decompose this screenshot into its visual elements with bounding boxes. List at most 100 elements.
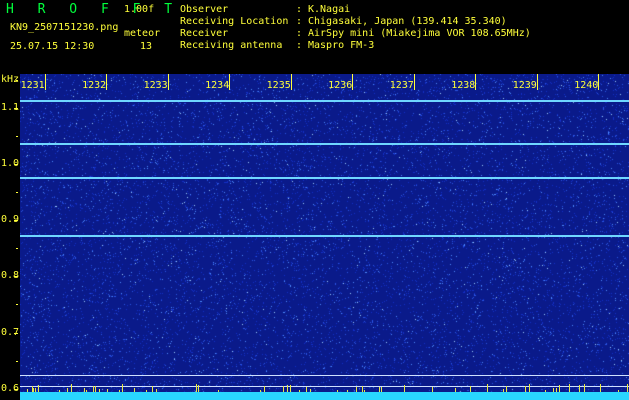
carrier-line (20, 143, 629, 146)
noise-floor-peak (59, 390, 60, 392)
noise-floor-peak (107, 389, 108, 392)
noise-floor-peak (35, 388, 36, 392)
y-axis: kHz 1.1 1.0 0.9 0.8 0.7 0.6 (0, 74, 20, 400)
marker-line (20, 374, 629, 376)
filename-label: KN9_2507151230.png (10, 22, 119, 33)
noise-floor-peak (306, 387, 307, 392)
noise-floor-bar (20, 392, 629, 400)
noise-floor-peak (379, 387, 380, 392)
x-axis-tick (475, 74, 477, 90)
x-axis-tick-label: 1239 (512, 80, 537, 91)
noise-floor-peak (196, 384, 197, 392)
noise-floor-peak (198, 385, 199, 392)
mode-label: meteor (124, 28, 161, 39)
x-axis-tick (229, 74, 231, 90)
x-axis-tick (44, 74, 46, 90)
noise-floor-peak (152, 386, 153, 392)
field-value-location: Chigasaki, Japan (139.414 35.340) (308, 16, 507, 27)
x-axis-tick (536, 74, 538, 90)
noise-floor-peak (618, 390, 619, 392)
field-label-antenna: Receiving antenna (180, 40, 283, 51)
noise-floor-peak (503, 389, 504, 392)
carrier-line (20, 99, 629, 102)
y-axis-minor-tick (16, 192, 18, 194)
spectrogram-noise (20, 74, 629, 400)
noise-floor-peak (569, 384, 570, 392)
noise-floor-peak (84, 388, 85, 392)
noise-floor-peak (579, 385, 580, 392)
noise-floor-peak (364, 390, 365, 392)
carrier-line (20, 176, 629, 179)
x-axis-tick-label: 1236 (328, 80, 353, 91)
field-colon: : (296, 16, 303, 27)
y-axis-minor-tick (16, 332, 18, 334)
header-panel: H R O F F T 1.00f KN9_2507151230.png met… (0, 0, 629, 74)
noise-floor-peak (134, 388, 135, 392)
x-axis-tick-label: 1231 (20, 80, 45, 91)
x-axis-tick (290, 74, 292, 90)
noise-floor-peak (38, 385, 39, 392)
noise-floor-peak (283, 390, 284, 392)
noise-floor-peak (545, 390, 546, 392)
field-colon: : (296, 40, 303, 51)
noise-floor-peak (146, 390, 147, 392)
noise-floor-peak (559, 385, 560, 392)
noise-floor-peak (122, 384, 123, 392)
field-value-receiver: AirSpy mini (Miakejima VOR 108.65MHz) (308, 28, 531, 39)
y-axis-minor-tick (16, 360, 18, 362)
noise-floor-peak (347, 390, 348, 392)
noise-floor-peak (381, 387, 382, 392)
field-label-observer: Observer (180, 4, 229, 15)
noise-floor-peak (33, 388, 34, 392)
noise-floor-peak (525, 386, 526, 392)
noise-floor-peak (67, 388, 68, 392)
noise-floor-peak (470, 386, 471, 392)
noise-floor-peak (71, 384, 72, 392)
noise-floor-peak (86, 390, 87, 392)
x-axis-tick-label: 1233 (143, 80, 168, 91)
x-axis-tick-label: 1234 (205, 80, 230, 91)
datetime-label: 25.07.15 12:30 (10, 41, 95, 52)
y-axis-minor-tick (16, 135, 18, 137)
y-axis-minor-tick (16, 220, 18, 222)
noise-floor-peak (299, 390, 300, 392)
x-axis-tick-label: 1238 (451, 80, 476, 91)
x-axis-tick (413, 74, 415, 90)
field-colon: : (296, 4, 303, 15)
noise-floor-peak (455, 388, 456, 392)
noise-floor-peak (264, 386, 265, 392)
noise-floor-peak (362, 386, 363, 392)
noise-floor-peak (287, 385, 288, 392)
x-axis-tick (352, 74, 354, 90)
noise-floor-peak (487, 384, 488, 392)
field-label-location: Receiving Location (180, 16, 289, 27)
y-axis-minor-tick (16, 248, 18, 250)
field-colon: : (296, 28, 303, 39)
field-value-observer: K.Nagai (308, 4, 351, 15)
noise-floor-peak (27, 389, 28, 392)
noise-floor-peak (506, 386, 507, 392)
noise-floor-peak (584, 384, 585, 392)
noise-floor-peak (95, 386, 96, 392)
noise-floor-peak (553, 388, 554, 392)
y-axis-minor-tick (16, 388, 18, 390)
noise-floor-peak (627, 384, 628, 392)
noise-floor-peak (404, 385, 405, 392)
noise-floor-peak (356, 387, 357, 392)
x-axis-tick (167, 74, 169, 90)
x-axis-tick-label: 1232 (82, 80, 107, 91)
x-axis-tick-label: 1240 (574, 80, 599, 91)
y-axis-minor-tick (16, 107, 18, 109)
field-label-receiver: Receiver (180, 28, 229, 39)
noise-floor-peak (556, 388, 557, 392)
version-label: 1.00f (124, 4, 155, 15)
noise-floor-peak (218, 390, 219, 392)
y-axis-minor-tick (16, 163, 18, 165)
noise-floor-peak (156, 389, 157, 392)
noise-floor-peak (310, 389, 311, 392)
marker-line (20, 385, 629, 387)
x-axis-tick (106, 74, 108, 90)
y-axis-minor-tick (16, 276, 18, 278)
noise-floor-peak (119, 390, 120, 392)
x-axis-tick-label: 1237 (389, 80, 414, 91)
